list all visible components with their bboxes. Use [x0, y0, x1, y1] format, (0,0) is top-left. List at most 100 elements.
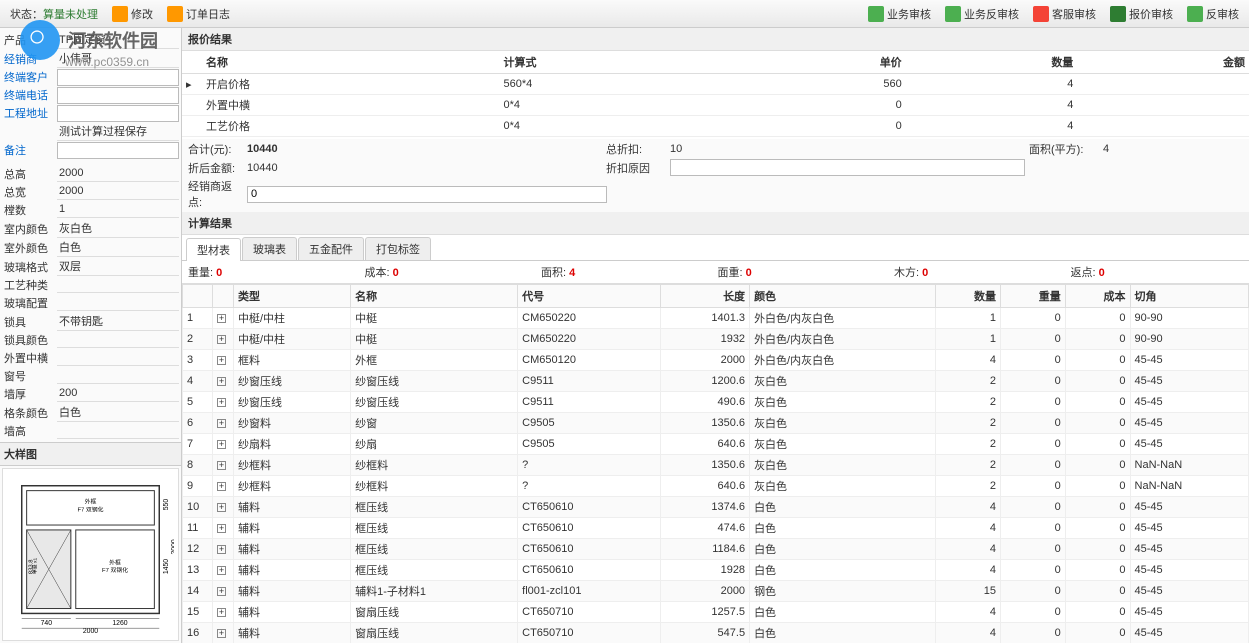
calc-row[interactable]: 8+纱框料纱框料?1350.6灰白色200NaN-NaN [183, 455, 1249, 476]
refresh-icon [1187, 6, 1203, 22]
glass-fmt-value: 双层 [57, 257, 179, 276]
re-audit-button[interactable]: 反审核 [1181, 4, 1245, 24]
reason-input[interactable] [670, 159, 1025, 176]
remark-input[interactable] [57, 142, 179, 159]
col-type[interactable]: 类型 [234, 285, 351, 308]
calc-row[interactable]: 4+纱窗压线纱窗压线C95111200.6灰白色20045-45 [183, 371, 1249, 392]
col-idx[interactable] [183, 285, 213, 308]
ext-mid-label: 外置中横 [2, 350, 57, 366]
calc-row[interactable]: 1+中梃/中柱中梃CM6502201401.3外白色/内灰白色10090-90 [183, 308, 1249, 329]
calc-row[interactable]: 12+辅料框压线CT6506101184.6白色40045-45 [183, 539, 1249, 560]
tab-1[interactable]: 玻璃表 [242, 237, 297, 260]
expand-icon[interactable]: + [217, 482, 226, 491]
col-len[interactable]: 长度 [660, 285, 749, 308]
col-qty2[interactable]: 数量 [936, 285, 1001, 308]
calc-row[interactable]: 16+辅料窗扇压线CT650710547.5白色40045-45 [183, 623, 1249, 643]
calc-metrics-bar: 重量: 0 成本: 0 面积: 4 面重: 0 木方: 0 返点: 0 [182, 261, 1249, 284]
total-w-label: 总宽 [2, 184, 57, 200]
rebate-label: 经销商返点: [188, 178, 243, 210]
left-panel: 产品TP固定窗 经销商小伟哥 终端客户 终端电话 工程地址 测试计算过程保存 备… [0, 28, 182, 643]
quote-row[interactable]: ▸开启价格560*45604 [182, 74, 1249, 95]
col-formula[interactable]: 计算式 [500, 51, 735, 74]
tab-2[interactable]: 五金配件 [298, 237, 364, 260]
user-uncheck-icon [945, 6, 961, 22]
area-label: 面积(平方): [1029, 141, 1099, 157]
calc-row[interactable]: 9+纱框料纱框料?640.6灰白色200NaN-NaN [183, 476, 1249, 497]
product-value: TP固定窗 [57, 30, 179, 49]
tab-0[interactable]: 型材表 [186, 238, 241, 261]
col-unit-price[interactable]: 单价 [734, 51, 906, 74]
proj-addr-input[interactable] [57, 105, 179, 122]
diagram-svg: 外框 F7 双钢化 单悬 x1 外框 F7 双钢化 550 1450 2000 … [7, 473, 174, 636]
calc-section-title: 计算结果 [182, 212, 1249, 235]
col-name2[interactable]: 名称 [351, 285, 518, 308]
cs-audit-button[interactable]: 客服审核 [1027, 4, 1102, 24]
calc-tabs: 型材表玻璃表五金配件打包标签 [182, 237, 1249, 261]
after-value: 10440 [247, 162, 602, 174]
col-qty[interactable]: 数量 [906, 51, 1078, 74]
metric-area: 4 [569, 267, 575, 279]
lock-value: 不带钥匙 [57, 312, 179, 331]
quote-audit-button[interactable]: 报价审核 [1104, 4, 1179, 24]
expand-icon[interactable]: + [217, 377, 226, 386]
expand-icon[interactable]: + [217, 398, 226, 407]
svg-text:1450: 1450 [163, 559, 170, 574]
expand-icon[interactable]: + [217, 545, 226, 554]
calc-row[interactable]: 6+纱窗料纱窗C95051350.6灰白色20045-45 [183, 413, 1249, 434]
order-log-button[interactable]: 订单日志 [161, 4, 236, 24]
col-amount[interactable]: 金额 [1077, 51, 1249, 74]
discount-label: 总折扣: [606, 141, 666, 157]
proj-addr-label: 工程地址 [2, 105, 57, 121]
quote-row[interactable]: 工艺价格0*404 [182, 116, 1249, 137]
calc-row[interactable]: 7+纱扇料纱扇C9505640.6灰白色20045-45 [183, 434, 1249, 455]
col-cost[interactable]: 成本 [1065, 285, 1130, 308]
expand-icon[interactable]: + [217, 608, 226, 617]
calc-row[interactable]: 14+辅料辅料1-子材料1fl001-zcl1012000钢色150045-45 [183, 581, 1249, 602]
glass-cfg-value [57, 295, 179, 311]
remark-label: 备注 [2, 142, 57, 158]
svg-text:550: 550 [163, 499, 170, 511]
biz-reaudit-button[interactable]: 业务反审核 [939, 4, 1025, 24]
col-cut[interactable]: 切角 [1130, 285, 1248, 308]
calc-row[interactable]: 15+辅料窗扇压线CT6507101257.5白色40045-45 [183, 602, 1249, 623]
expand-icon[interactable]: + [217, 461, 226, 470]
expand-icon[interactable]: + [217, 440, 226, 449]
expand-icon[interactable]: + [217, 356, 226, 365]
quote-row[interactable]: 外置中横0*404 [182, 95, 1249, 116]
total-h-label: 总高 [2, 166, 57, 182]
svg-text:1260: 1260 [112, 620, 127, 627]
wall-thick-label: 墙厚 [2, 386, 57, 402]
expand-icon[interactable]: + [217, 566, 226, 575]
expand-icon[interactable]: + [217, 629, 226, 638]
rebate-input[interactable] [247, 186, 607, 203]
col-code[interactable]: 代号 [518, 285, 661, 308]
expand-icon[interactable]: + [217, 335, 226, 344]
col-name[interactable]: 名称 [202, 51, 500, 74]
lock-color-value [57, 332, 179, 348]
calc-row[interactable]: 2+中梃/中柱中梃CM6502201932外白色/内灰白色10090-90 [183, 329, 1249, 350]
calc-row[interactable]: 3+框料外框CM6501202000外白色/内灰白色40045-45 [183, 350, 1249, 371]
expand-icon[interactable]: + [217, 524, 226, 533]
product-label: 产品 [2, 32, 57, 48]
glass-cfg-label: 玻璃配置 [2, 295, 57, 311]
modify-button[interactable]: 修改 [106, 4, 159, 24]
col-color[interactable]: 颜色 [750, 285, 936, 308]
qty-value: 1 [57, 202, 179, 218]
window-diagram: 外框 F7 双钢化 单悬 x1 外框 F7 双钢化 550 1450 2000 … [2, 468, 179, 641]
quote-section-title: 报价结果 [182, 28, 1249, 51]
metric-weight: 0 [216, 267, 222, 279]
end-phone-input[interactable] [57, 87, 179, 104]
tab-3[interactable]: 打包标签 [365, 237, 431, 260]
calc-row[interactable]: 5+纱窗压线纱窗压线C9511490.6灰白色20045-45 [183, 392, 1249, 413]
craft-label: 工艺种类 [2, 277, 57, 293]
expand-icon[interactable]: + [217, 419, 226, 428]
expand-icon[interactable]: + [217, 503, 226, 512]
biz-audit-button[interactable]: 业务审核 [862, 4, 937, 24]
expand-icon[interactable]: + [217, 314, 226, 323]
col-weight[interactable]: 重量 [1000, 285, 1065, 308]
expand-icon[interactable]: + [217, 587, 226, 596]
end-customer-input[interactable] [57, 69, 179, 86]
calc-row[interactable]: 13+辅料框压线CT6506101928白色40045-45 [183, 560, 1249, 581]
calc-row[interactable]: 11+辅料框压线CT650610474.6白色40045-45 [183, 518, 1249, 539]
calc-row[interactable]: 10+辅料框压线CT6506101374.6白色40045-45 [183, 497, 1249, 518]
